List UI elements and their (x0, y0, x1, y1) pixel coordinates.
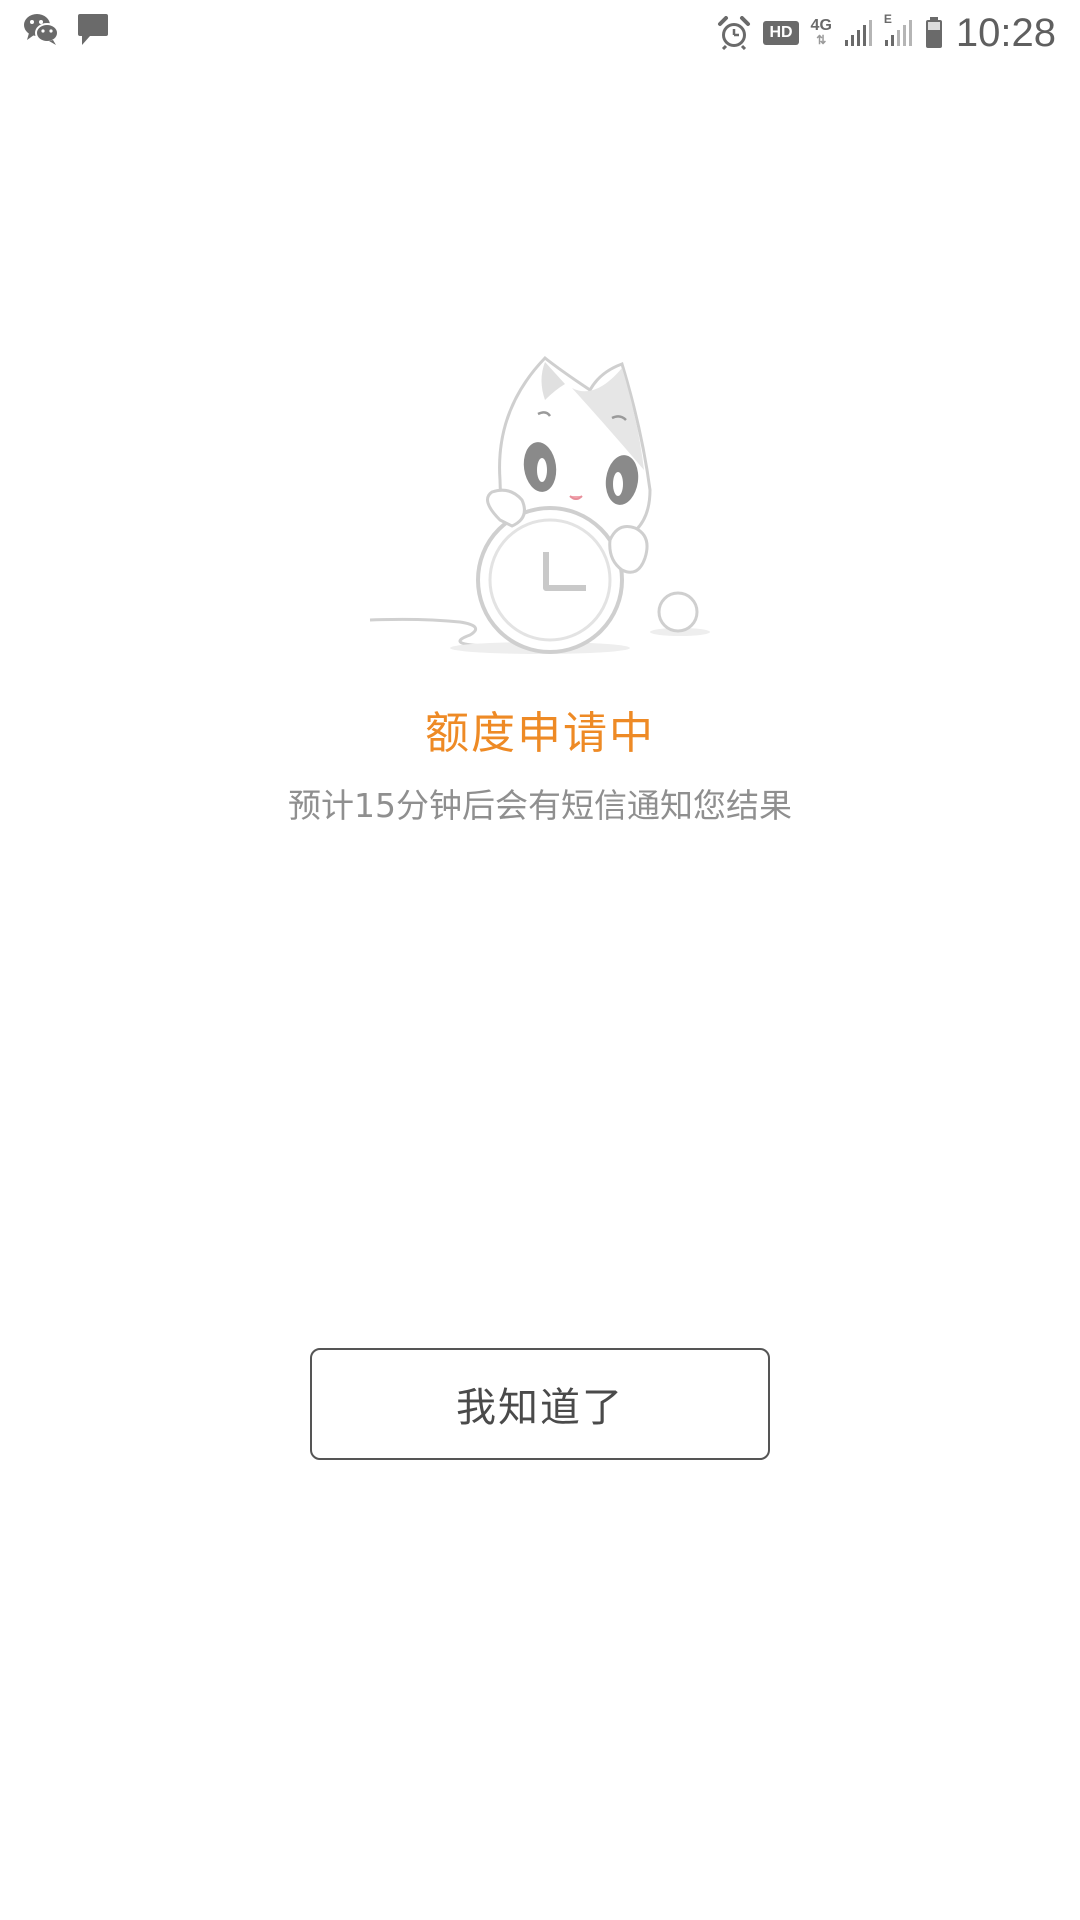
cat-clock-illustration (360, 350, 720, 670)
status-clock: 10:28 (955, 10, 1056, 55)
status-message: 预计15分钟后会有短信通知您结果 (288, 786, 792, 825)
status-bar: HD 4G ⇅ E 10:28 (0, 0, 1080, 64)
signal-e-icon: E (884, 12, 912, 48)
network-type-label: 4G (810, 17, 832, 34)
signal-e-label: E (883, 12, 892, 26)
message-icon (76, 12, 110, 46)
wechat-icon (22, 12, 60, 46)
network-4g-indicator: 4G ⇅ (810, 17, 832, 48)
data-arrows-icon: ⇅ (816, 33, 827, 47)
signal-icon (844, 18, 872, 48)
status-bar-notifications (22, 12, 110, 46)
battery-icon (924, 16, 944, 50)
status-title: 额度申请中 (425, 708, 655, 759)
status-bar-system: HD 4G ⇅ E 10:28 (717, 8, 1056, 58)
confirm-button-label: 我知道了 (456, 1385, 624, 1431)
confirm-button[interactable]: 我知道了 (310, 1348, 770, 1460)
alarm-icon (717, 16, 751, 50)
hd-badge: HD (763, 21, 799, 45)
